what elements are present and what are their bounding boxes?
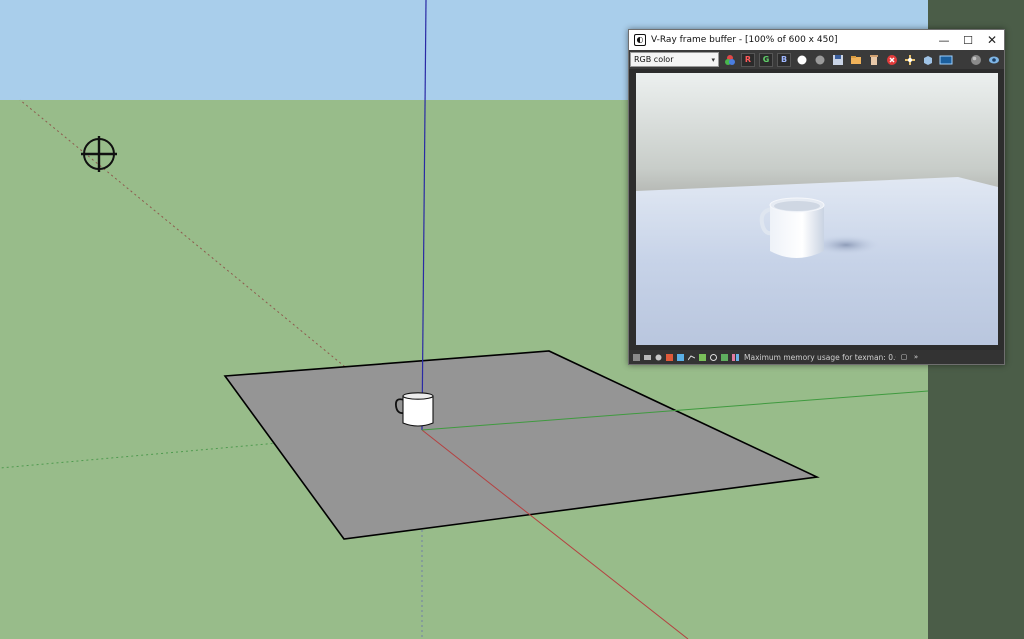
color-icon[interactable] — [655, 354, 662, 361]
lens-icon[interactable] — [939, 53, 953, 67]
color-picker-icon[interactable] — [723, 53, 737, 67]
exposure-icon[interactable] — [699, 353, 706, 361]
channel-select-value: RGB color — [634, 55, 674, 64]
vfb-statusbar: Maximum memory usage for texman: 0.00 MB… — [629, 350, 1004, 364]
chevron-down-icon: ▾ — [711, 55, 715, 64]
render-mug — [759, 197, 825, 258]
lut-icon[interactable] — [710, 353, 717, 361]
save-icon[interactable] — [831, 53, 845, 67]
circle-gray-icon[interactable] — [813, 53, 827, 67]
minimize-button[interactable]: — — [932, 30, 956, 50]
circle-white-icon[interactable] — [795, 53, 809, 67]
eye-icon[interactable] — [987, 53, 1001, 67]
compare-icon[interactable] — [732, 353, 739, 361]
histogram-icon[interactable] — [633, 353, 640, 361]
curve-icon[interactable] — [688, 354, 695, 361]
channel-select[interactable]: RGB color ▾ — [630, 52, 719, 67]
track-mouse-icon[interactable] — [921, 53, 935, 67]
status-text: Maximum memory usage for texman: 0.00 MB — [744, 352, 896, 362]
green-channel-button[interactable]: G — [759, 52, 773, 67]
folder-icon[interactable] — [849, 53, 863, 67]
vray-frame-buffer-window[interactable]: ◐ V-Ray frame buffer - [100% of 600 x 45… — [628, 29, 1005, 365]
render-view[interactable] — [636, 73, 998, 345]
vfb-toolbar: RGB color ▾ R G B — [629, 50, 1004, 69]
sphere-icon[interactable] — [969, 53, 983, 67]
clear-icon[interactable] — [867, 53, 881, 67]
stop-icon[interactable] — [885, 53, 899, 67]
window-icon[interactable]: ▢ — [900, 353, 908, 361]
pixel-icon[interactable] — [677, 353, 684, 361]
layers-icon[interactable] — [666, 353, 673, 361]
close-button[interactable]: ✕ — [980, 30, 1004, 50]
expand-icon[interactable]: » — [912, 353, 920, 361]
vfb-titlebar[interactable]: ◐ V-Ray frame buffer - [100% of 600 x 45… — [629, 30, 1004, 50]
maximize-button[interactable]: ☐ — [956, 30, 980, 50]
clamp-icon[interactable] — [721, 353, 728, 361]
vfb-title: V-Ray frame buffer - [100% of 600 x 450] — [651, 35, 838, 45]
red-channel-button[interactable]: R — [741, 52, 755, 67]
blue-channel-button[interactable]: B — [777, 52, 791, 67]
settings-icon[interactable] — [644, 354, 651, 361]
region-icon[interactable] — [903, 53, 917, 67]
vray-logo-icon: ◐ — [634, 34, 646, 46]
